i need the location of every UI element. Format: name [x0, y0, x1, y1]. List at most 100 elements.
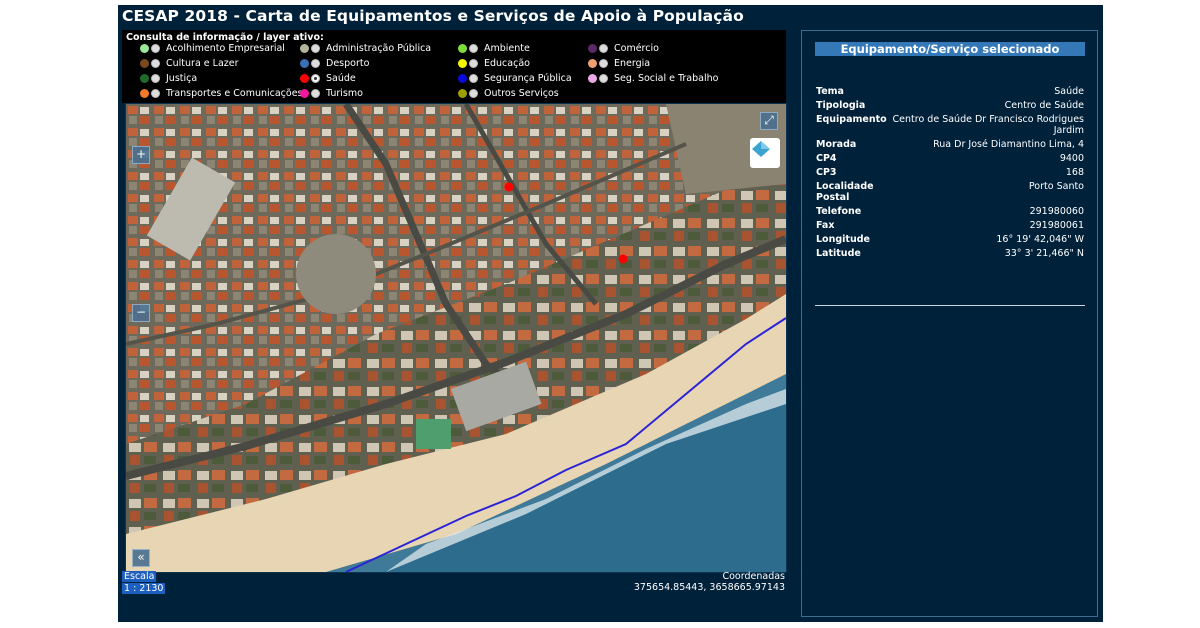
layer-radio[interactable]	[311, 74, 320, 83]
zoom-out-button[interactable]: −	[132, 304, 150, 322]
info-value: Centro de Saúde	[1004, 100, 1084, 111]
coordinates-display: Coordenadas 375654.85443, 3658665.97143	[634, 571, 785, 593]
legend-label: Saúde	[326, 73, 356, 84]
info-key: Equipamento	[816, 114, 887, 125]
layer-radio[interactable]	[311, 59, 320, 68]
info-table: Tema Saúde Tipologia Centro de Saúde Equipam…	[816, 86, 1084, 262]
info-key: Latitude	[816, 248, 861, 259]
poi-marker-selected[interactable]	[618, 254, 628, 264]
info-row: Latitude 33° 3' 21,466" N	[816, 248, 1084, 259]
legend-label: Comércio	[614, 43, 659, 54]
legend-title: Consulta de informação / layer ativo:	[126, 32, 324, 43]
legend-color-swatch	[300, 89, 309, 98]
legend-label: Energia	[614, 58, 651, 69]
legend-color-swatch	[140, 74, 149, 83]
layer-radio[interactable]	[151, 59, 160, 68]
layer-radio[interactable]	[469, 74, 478, 83]
info-key: Longitude	[816, 234, 870, 245]
legend-item-com-rcio[interactable]: Comércio	[588, 43, 659, 54]
app-window: CESAP 2018 - Carta de Equipamentos e Ser…	[118, 5, 1103, 622]
layer-radio[interactable]	[469, 44, 478, 53]
info-row: Telefone 291980060	[816, 206, 1084, 217]
legend-label: Acolhimento Empresarial	[166, 43, 285, 54]
collapse-button[interactable]: «	[132, 549, 150, 567]
info-value: 291980061	[1029, 220, 1084, 231]
info-value: 33° 3' 21,466" N	[1004, 248, 1084, 259]
legend-color-swatch	[140, 44, 149, 53]
layer-radio[interactable]	[599, 74, 608, 83]
legend-color-swatch	[458, 44, 467, 53]
layer-legend: Consulta de informação / layer ativo: Ac…	[122, 30, 786, 103]
layer-radio[interactable]	[151, 44, 160, 53]
legend-item-acolhimento-empresarial[interactable]: Acolhimento Empresarial	[140, 43, 285, 54]
layer-radio[interactable]	[599, 59, 608, 68]
legend-item-administra-o-p-blica[interactable]: Administração Pública	[300, 43, 431, 54]
layer-radio[interactable]	[469, 89, 478, 98]
map-view[interactable]: + − « ⤢	[125, 103, 787, 573]
layer-radio[interactable]	[469, 59, 478, 68]
legend-item-energia[interactable]: Energia	[588, 58, 650, 69]
layer-radio[interactable]	[311, 89, 320, 98]
legend-item-transportes-e-comunica-es[interactable]: Transportes e Comunicações	[140, 88, 303, 99]
legend-item-turismo[interactable]: Turismo	[300, 88, 363, 99]
fullscreen-button[interactable]: ⤢	[760, 112, 778, 130]
legend-label: Administração Pública	[326, 43, 432, 54]
aerial-imagery	[126, 104, 786, 572]
layer-radio[interactable]	[311, 44, 320, 53]
legend-item-cultura-e-lazer[interactable]: Cultura e Lazer	[140, 58, 239, 69]
legend-label: Cultura e Lazer	[166, 58, 239, 69]
poi-marker[interactable]	[504, 182, 514, 192]
info-key: CP3	[816, 167, 837, 178]
legend-color-swatch	[140, 89, 149, 98]
info-key: Telefone	[816, 206, 862, 217]
info-value: 16° 19' 42,046" W	[996, 234, 1084, 245]
info-key: Morada	[816, 139, 857, 150]
info-value: 168	[1065, 167, 1084, 178]
legend-item-seg-social-e-trabalho[interactable]: Seg. Social e Trabalho	[588, 73, 718, 84]
legend-item-seguran-a-p-blica[interactable]: Segurança Pública	[458, 73, 572, 84]
info-value: Porto Santo	[1028, 181, 1084, 192]
divider	[815, 305, 1085, 306]
legend-label: Educação	[484, 58, 530, 69]
scale-value: 1 : 2130	[122, 583, 166, 594]
legend-item-educa-o[interactable]: Educação	[458, 58, 530, 69]
legend-item-sa-de[interactable]: Saúde	[300, 73, 356, 84]
legend-color-swatch	[588, 59, 597, 68]
legend-label: Transportes e Comunicações	[166, 88, 303, 99]
info-value: 9400	[1059, 153, 1084, 164]
info-row: Equipamento Centro de Saúde Dr Francisco …	[816, 114, 1084, 136]
layers-button[interactable]	[750, 138, 780, 168]
selected-feature-panel: Equipamento/Serviço selecionado Tema Saúd…	[801, 30, 1098, 617]
legend-color-swatch	[300, 74, 309, 83]
info-row: Longitude 16° 19' 42,046" W	[816, 234, 1084, 245]
legend-item-ambiente[interactable]: Ambiente	[458, 43, 530, 54]
layer-radio[interactable]	[151, 74, 160, 83]
legend-label: Justiça	[166, 73, 198, 84]
legend-color-swatch	[140, 59, 149, 68]
info-value: Rua Dr José Diamantino Lima, 4	[933, 139, 1084, 150]
legend-label: Ambiente	[484, 43, 530, 54]
info-key: Fax	[816, 220, 835, 231]
legend-item-justi-a[interactable]: Justiça	[140, 73, 197, 84]
panel-header: Equipamento/Serviço selecionado	[815, 42, 1085, 56]
layer-radio[interactable]	[151, 89, 160, 98]
info-row: Tipologia Centro de Saúde	[816, 100, 1084, 111]
legend-color-swatch	[458, 89, 467, 98]
info-value: Centro de Saúde Dr Francisco Rodrigues J…	[892, 114, 1084, 136]
zoom-in-button[interactable]: +	[132, 146, 150, 164]
legend-label: Desporto	[326, 58, 370, 69]
info-row: CP3 168	[816, 167, 1084, 178]
legend-item-desporto[interactable]: Desporto	[300, 58, 369, 69]
legend-label: Segurança Pública	[484, 73, 572, 84]
legend-color-swatch	[300, 44, 309, 53]
legend-label: Seg. Social e Trabalho	[614, 73, 719, 84]
layer-radio[interactable]	[599, 44, 608, 53]
info-value: Saúde	[1054, 86, 1084, 97]
legend-color-swatch	[458, 59, 467, 68]
info-key: Tema	[816, 86, 844, 97]
legend-color-swatch	[588, 74, 597, 83]
legend-item-outros-servi-os[interactable]: Outros Serviços	[458, 88, 559, 99]
info-row: Tema Saúde	[816, 86, 1084, 97]
scale-label: Escala	[122, 571, 157, 582]
legend-color-swatch	[588, 44, 597, 53]
